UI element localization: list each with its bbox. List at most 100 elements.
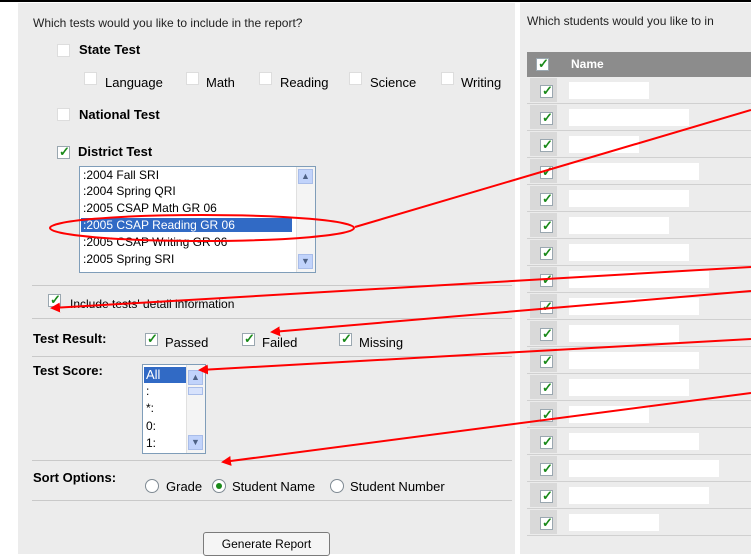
scroll-thumb[interactable] xyxy=(188,387,203,395)
row-checkbox-cell: ✓ xyxy=(530,483,557,508)
state-test-checkbox[interactable] xyxy=(57,44,70,57)
row-checkbox[interactable]: ✓ xyxy=(540,488,553,503)
national-test-label: National Test xyxy=(79,107,160,122)
row-divider xyxy=(527,508,751,509)
student-name-redacted[interactable] xyxy=(569,163,699,180)
failed-checkbox[interactable]: ✓ xyxy=(242,331,255,346)
row-divider xyxy=(527,400,751,401)
student-name-redacted[interactable] xyxy=(569,271,709,288)
test-score-listbox[interactable]: All : *: 0: 1: ▲ ▼ xyxy=(142,364,206,454)
student-name-redacted[interactable] xyxy=(569,514,659,531)
row-checkbox-cell: ✓ xyxy=(530,429,557,454)
score-option[interactable]: 1: xyxy=(144,436,156,450)
state-test-label: State Test xyxy=(79,42,141,57)
language-checkbox[interactable] xyxy=(84,72,97,85)
writing-checkbox[interactable] xyxy=(441,72,454,85)
student-name-redacted[interactable] xyxy=(569,352,699,369)
student-name-redacted[interactable] xyxy=(569,82,649,99)
generate-report-button[interactable]: Generate Report xyxy=(203,532,330,556)
include-details-label: Include tests' detail information xyxy=(70,297,235,311)
row-checkbox[interactable]: ✓ xyxy=(540,515,553,530)
row-checkbox[interactable]: ✓ xyxy=(540,218,553,233)
sort-grade-radio[interactable] xyxy=(145,479,159,493)
row-checkbox[interactable]: ✓ xyxy=(540,245,553,260)
scroll-up-icon[interactable]: ▲ xyxy=(188,370,203,385)
score-option[interactable]: : xyxy=(144,384,149,398)
check-icon: ✓ xyxy=(244,331,255,346)
row-checkbox[interactable]: ✓ xyxy=(540,380,553,395)
student-name-redacted[interactable] xyxy=(569,406,649,423)
student-name-redacted[interactable] xyxy=(569,217,669,234)
passed-checkbox[interactable]: ✓ xyxy=(145,331,158,346)
student-name-redacted[interactable] xyxy=(569,244,689,261)
math-label: Math xyxy=(206,75,235,90)
student-name-redacted[interactable] xyxy=(569,190,689,207)
section-divider xyxy=(32,356,512,357)
student-name-redacted[interactable] xyxy=(569,433,699,450)
student-name-redacted[interactable] xyxy=(569,298,699,315)
passed-label: Passed xyxy=(165,335,209,350)
math-checkbox[interactable] xyxy=(186,72,199,85)
missing-checkbox[interactable]: ✓ xyxy=(339,331,352,346)
student-name-redacted[interactable] xyxy=(569,109,689,126)
district-test-checkbox[interactable]: ✓ xyxy=(57,144,70,159)
select-all-checkbox[interactable]: ✓ xyxy=(536,56,549,71)
row-divider xyxy=(527,157,751,158)
district-test-label: District Test xyxy=(78,144,153,159)
check-icon: ✓ xyxy=(147,331,158,346)
row-checkbox[interactable]: ✓ xyxy=(540,110,553,125)
row-checkbox[interactable]: ✓ xyxy=(540,407,553,422)
check-icon: ✓ xyxy=(341,331,352,346)
district-test-option[interactable]: :2005 CSAP Math GR 06 xyxy=(81,201,217,215)
scroll-up-icon[interactable]: ▲ xyxy=(298,169,313,184)
missing-label: Missing xyxy=(359,335,404,350)
row-checkbox[interactable]: ✓ xyxy=(540,191,553,206)
student-name-redacted[interactable] xyxy=(569,379,689,396)
reading-checkbox[interactable] xyxy=(259,72,272,85)
row-checkbox[interactable]: ✓ xyxy=(540,461,553,476)
row-checkbox[interactable]: ✓ xyxy=(540,272,553,287)
row-checkbox[interactable]: ✓ xyxy=(540,434,553,449)
row-checkbox[interactable]: ✓ xyxy=(540,83,553,98)
district-test-option[interactable]: :2004 Spring QRI xyxy=(81,184,176,198)
include-details-checkbox[interactable]: ✓ xyxy=(48,292,61,307)
sort-student-number-radio[interactable] xyxy=(330,479,344,493)
score-option-selected[interactable]: All xyxy=(144,367,186,383)
check-icon: ✓ xyxy=(542,299,553,314)
row-checkbox[interactable]: ✓ xyxy=(540,299,553,314)
scroll-down-icon[interactable]: ▼ xyxy=(298,254,313,269)
check-icon: ✓ xyxy=(542,218,553,233)
failed-label: Failed xyxy=(262,335,298,350)
student-name-redacted[interactable] xyxy=(569,460,719,477)
check-icon: ✓ xyxy=(542,326,553,341)
science-checkbox[interactable] xyxy=(349,72,362,85)
score-listbox-scrollbar[interactable]: ▲ ▼ xyxy=(186,365,205,453)
sort-student-name-radio[interactable] xyxy=(212,479,226,493)
score-option[interactable]: 0: xyxy=(144,419,156,433)
student-name-redacted[interactable] xyxy=(569,136,639,153)
row-checkbox[interactable]: ✓ xyxy=(540,326,553,341)
district-test-option[interactable]: :2004 Fall SRI xyxy=(81,168,159,182)
district-test-option-selected[interactable]: :2005 CSAP Reading GR 06 xyxy=(81,218,292,232)
row-checkbox[interactable]: ✓ xyxy=(540,164,553,179)
check-icon: ✓ xyxy=(542,380,553,395)
students-question: Which students would you like to in xyxy=(527,14,714,28)
scroll-down-icon[interactable]: ▼ xyxy=(188,435,203,450)
district-tests-listbox[interactable]: :2004 Fall SRI :2004 Spring QRI :2005 CS… xyxy=(79,166,316,273)
check-icon: ✓ xyxy=(542,515,553,530)
district-test-option[interactable]: :2005 CSAP Writing GR 06 xyxy=(81,235,227,249)
sort-grade-label: Grade xyxy=(166,479,203,494)
row-checkbox[interactable]: ✓ xyxy=(540,353,553,368)
district-test-option[interactable]: :2005 Spring SRI xyxy=(81,252,174,266)
student-name-redacted[interactable] xyxy=(569,325,679,342)
district-listbox-scrollbar[interactable]: ▲ ▼ xyxy=(296,167,315,272)
national-test-checkbox[interactable] xyxy=(57,108,70,121)
row-checkbox-cell: ✓ xyxy=(530,456,557,481)
row-checkbox[interactable]: ✓ xyxy=(540,137,553,152)
row-checkbox-cell: ✓ xyxy=(530,105,557,130)
tests-question: Which tests would you like to include in… xyxy=(33,16,303,30)
score-option[interactable]: *: xyxy=(144,401,154,415)
check-icon: ✓ xyxy=(542,110,553,125)
student-name-redacted[interactable] xyxy=(569,487,709,504)
reading-label: Reading xyxy=(280,75,329,90)
